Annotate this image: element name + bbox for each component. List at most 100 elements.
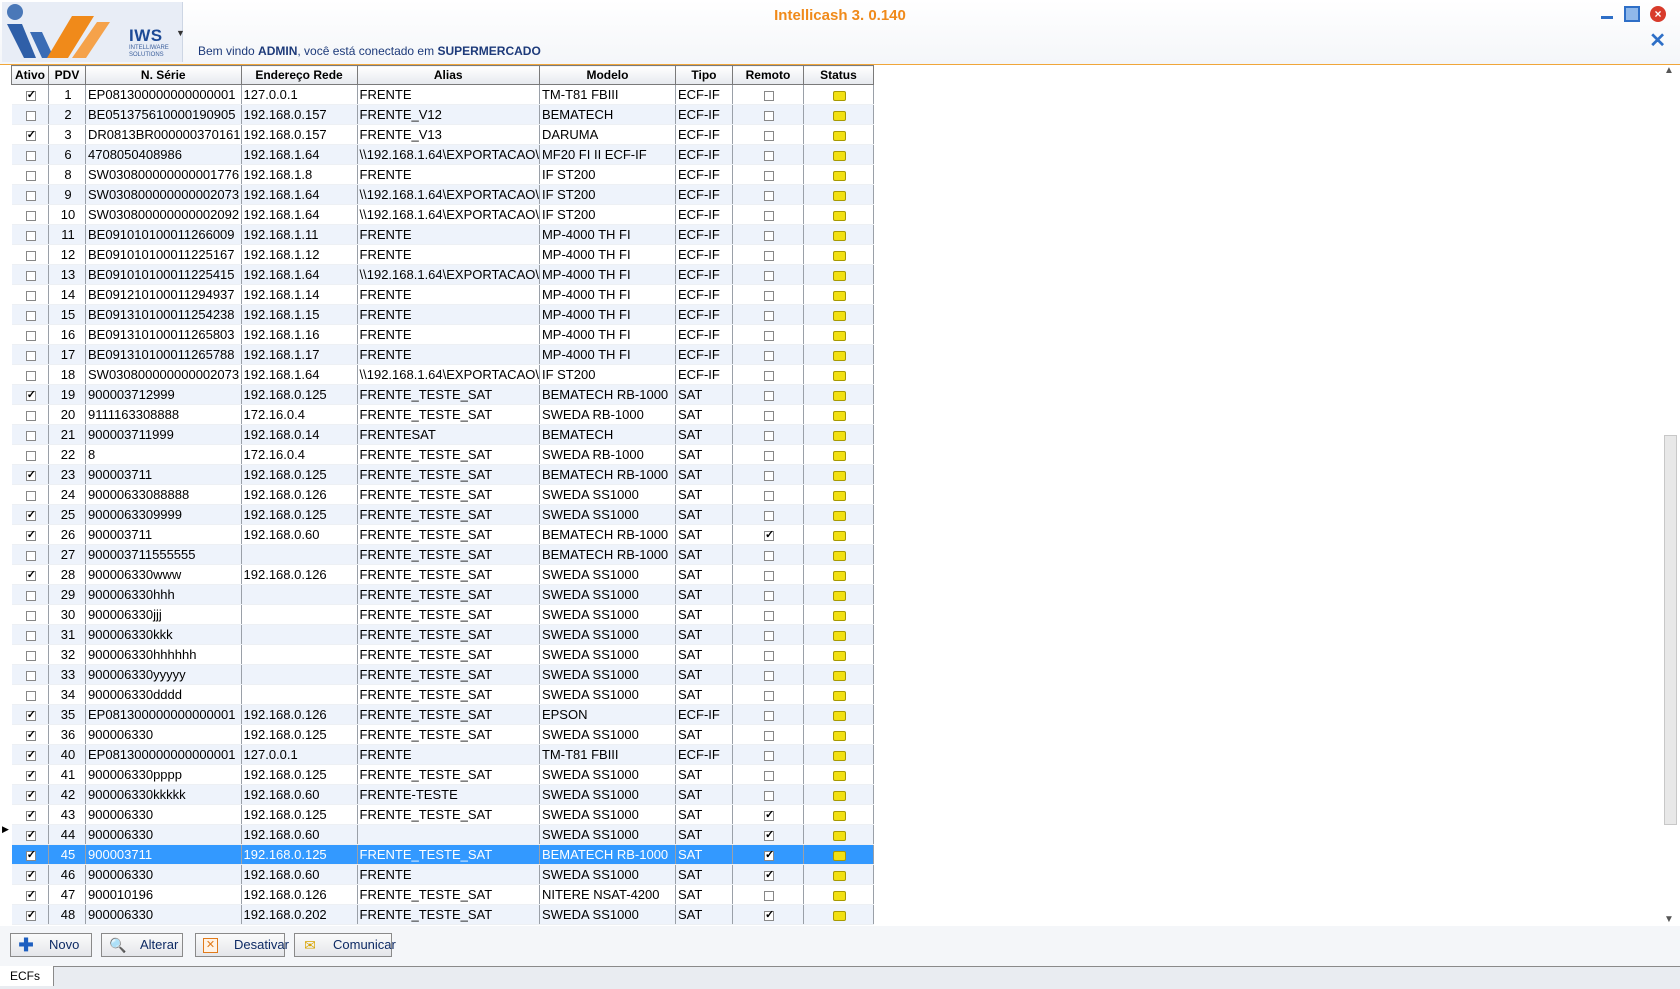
ativo-cell[interactable] <box>11 444 49 465</box>
remoto-checkbox[interactable] <box>763 250 774 261</box>
ativo-checkbox[interactable] <box>25 888 36 901</box>
remoto-cell[interactable] <box>732 624 804 645</box>
ativo-cell[interactable] <box>11 644 49 665</box>
remoto-checkbox[interactable] <box>763 550 774 561</box>
remoto-checkbox[interactable] <box>763 210 774 221</box>
col-serie[interactable]: N. Série <box>85 65 242 85</box>
desativar-button[interactable]: ✕ Desativar <box>195 933 289 957</box>
remoto-cell[interactable] <box>732 904 804 925</box>
ativo-cell[interactable] <box>11 224 49 245</box>
remoto-checkbox[interactable] <box>763 470 774 481</box>
ativo-checkbox[interactable] <box>25 568 36 581</box>
remoto-cell[interactable] <box>732 664 804 685</box>
table-row[interactable]: 8 SW030800000000001776 192.168.1.8 FRENTE IF… <box>11 164 874 185</box>
table-row[interactable]: 28900006330www192.168.0.126FRENTE_TESTE_… <box>11 564 874 585</box>
ativo-cell[interactable] <box>11 424 49 445</box>
ativo-cell[interactable] <box>11 324 49 345</box>
remoto-cell[interactable] <box>732 464 804 485</box>
remoto-checkbox[interactable] <box>763 808 774 821</box>
ativo-cell[interactable] <box>11 484 49 505</box>
comunicar-button[interactable]: ✉ Comunicar <box>294 933 396 957</box>
remoto-cell[interactable] <box>732 544 804 565</box>
table-row[interactable]: 18 SW030800000000002073 192.168.1.64 \\192.… <box>11 364 874 385</box>
remoto-cell[interactable] <box>732 744 804 765</box>
col-status[interactable]: Status <box>802 65 874 85</box>
ativo-cell[interactable] <box>11 724 49 745</box>
ativo-cell[interactable] <box>11 344 49 365</box>
remoto-checkbox[interactable] <box>763 710 774 721</box>
table-row[interactable]: 2 BE051375610000190905 192.168.0.157 FRENTE… <box>11 104 874 125</box>
remoto-cell[interactable] <box>732 124 804 145</box>
remoto-cell[interactable] <box>732 864 804 885</box>
ativo-checkbox[interactable] <box>25 290 36 301</box>
remoto-cell[interactable] <box>732 264 804 285</box>
table-row[interactable]: 11 BE091010100011266009 192.168.1.11 FRENTE… <box>11 224 874 245</box>
remoto-checkbox[interactable] <box>763 590 774 601</box>
remoto-cell[interactable] <box>732 84 804 105</box>
remoto-checkbox[interactable] <box>763 190 774 201</box>
remoto-cell[interactable] <box>732 684 804 705</box>
ativo-cell[interactable] <box>11 464 49 485</box>
table-row[interactable]: 9 SW030800000000002073 192.168.1.64 \\192.1… <box>11 184 874 205</box>
table-row[interactable]: 23900003711192.168.0.125FRENTE_TESTE_SAT… <box>11 464 874 485</box>
table-row[interactable]: 13 BE091010100011225415 192.168.1.64 \\192.… <box>11 264 874 285</box>
ativo-checkbox[interactable] <box>25 508 36 521</box>
table-row[interactable]: 45900003711 192.168.0.125FRENTE_TESTE_SA… <box>11 844 874 865</box>
remoto-checkbox[interactable] <box>763 630 774 641</box>
ativo-cell[interactable] <box>11 164 49 185</box>
remoto-checkbox[interactable] <box>763 270 774 281</box>
remoto-checkbox[interactable] <box>763 390 774 401</box>
table-row[interactable]: 27 900003711555555 FRENTE_TESTE_SAT BEMATEC… <box>11 544 874 565</box>
table-row[interactable]: 32 900006330hhhhhh FRENTE_TESTE_SAT SWEDA S… <box>11 644 874 665</box>
ativo-cell[interactable] <box>11 104 49 125</box>
ativo-cell[interactable] <box>11 244 49 265</box>
remoto-cell[interactable] <box>732 884 804 905</box>
table-row[interactable]: 43900006330192.168.0.125FRENTE_TESTE_SAT… <box>11 804 874 825</box>
vertical-scrollbar[interactable]: ▲ ▼ <box>1662 65 1680 925</box>
table-row[interactable]: 17 BE091310100011265788 192.168.1.17 FRENTE… <box>11 344 874 365</box>
ativo-checkbox[interactable] <box>25 630 36 641</box>
ativo-cell[interactable] <box>11 364 49 385</box>
remoto-cell[interactable] <box>732 784 804 805</box>
ativo-cell[interactable] <box>11 604 49 625</box>
table-row[interactable]: 46900006330192.168.0.60FRENTESWEDA SS100… <box>11 864 874 885</box>
remoto-cell[interactable] <box>732 704 804 725</box>
remoto-checkbox[interactable] <box>763 610 774 621</box>
ativo-checkbox[interactable] <box>25 828 36 841</box>
ativo-cell[interactable] <box>11 184 49 205</box>
ativo-checkbox[interactable] <box>25 170 36 181</box>
ativo-checkbox[interactable] <box>25 450 36 461</box>
remoto-cell[interactable] <box>732 184 804 205</box>
ativo-cell[interactable] <box>11 744 49 765</box>
remoto-cell[interactable] <box>732 584 804 605</box>
ativo-checkbox[interactable] <box>25 610 36 621</box>
ativo-checkbox[interactable] <box>25 330 36 341</box>
scroll-down-icon[interactable]: ▼ <box>1664 914 1674 925</box>
close-icon[interactable]: × <box>1650 6 1666 22</box>
ativo-checkbox[interactable] <box>25 528 36 541</box>
ativo-cell[interactable] <box>11 784 49 805</box>
ativo-cell[interactable] <box>11 84 49 105</box>
ativo-cell[interactable] <box>11 684 49 705</box>
minimize-icon[interactable] <box>1599 6 1615 22</box>
ativo-cell[interactable] <box>11 564 49 585</box>
ativo-checkbox[interactable] <box>25 670 36 681</box>
remoto-cell[interactable] <box>732 144 804 165</box>
remoto-cell[interactable] <box>732 284 804 305</box>
table-row[interactable]: 44900006330192.168.0.60 SWEDA SS1000SAT <box>11 824 874 845</box>
table-row[interactable]: 31 900006330kkk FRENTE_TESTE_SAT SWEDA SS10… <box>11 624 874 645</box>
ativo-checkbox[interactable] <box>25 410 36 421</box>
remoto-checkbox[interactable] <box>763 110 774 121</box>
col-pdv[interactable]: PDV <box>48 65 86 85</box>
table-row[interactable]: 3DR0813BR000000370161192.168.0.157FRENTE… <box>11 124 874 145</box>
scroll-up-icon[interactable]: ▲ <box>1664 65 1674 76</box>
ativo-cell[interactable] <box>11 584 49 605</box>
ativo-checkbox[interactable] <box>25 250 36 261</box>
remoto-checkbox[interactable] <box>763 410 774 421</box>
remoto-checkbox[interactable] <box>763 790 774 801</box>
ativo-checkbox[interactable] <box>25 230 36 241</box>
ativo-cell[interactable] <box>11 264 49 285</box>
ativo-cell[interactable] <box>11 704 49 725</box>
table-row[interactable]: 1EP081300000000000001127.0.0.1FRENTETM-T… <box>11 84 874 105</box>
remoto-cell[interactable] <box>732 344 804 365</box>
